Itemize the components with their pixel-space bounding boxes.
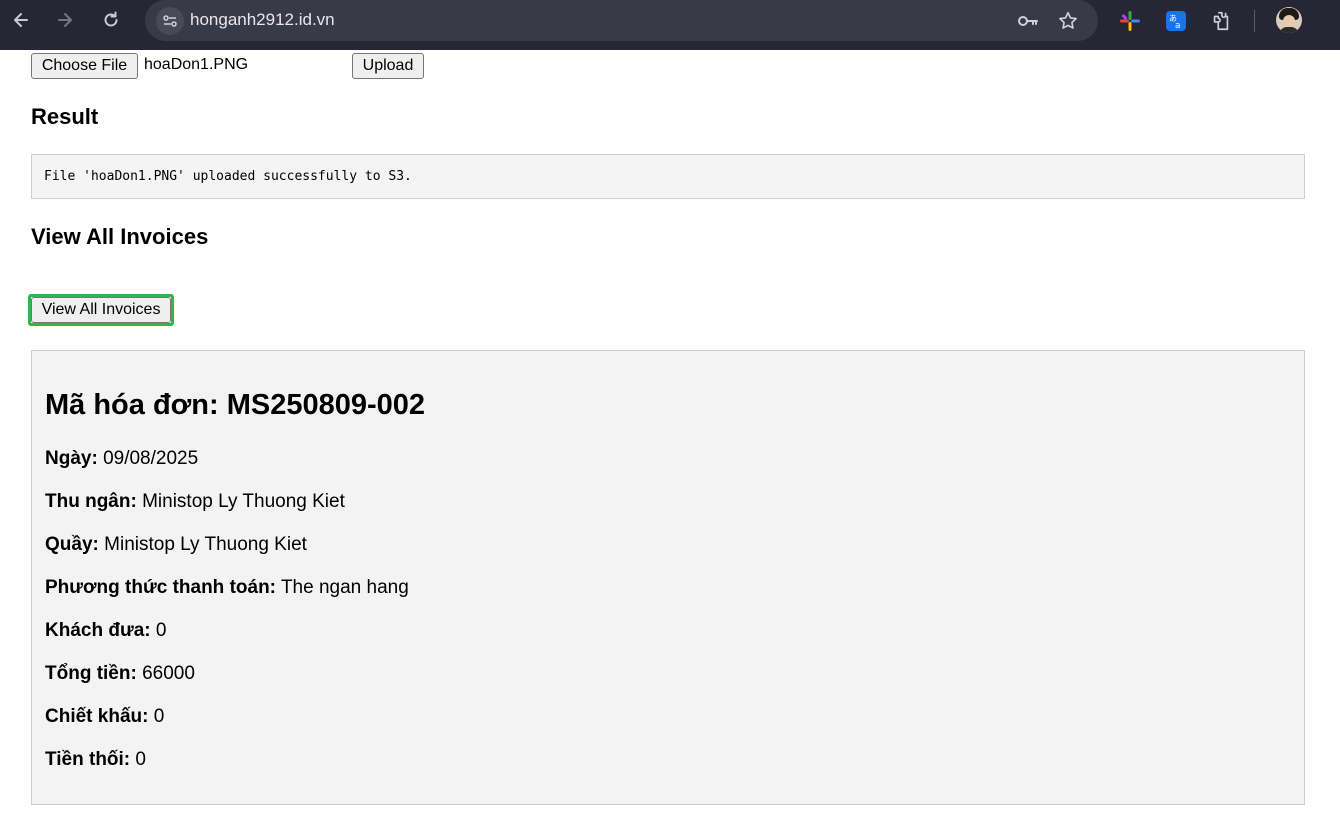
url-text[interactable]: honganh2912.id.vn xyxy=(190,10,335,30)
reload-icon[interactable] xyxy=(98,7,124,33)
view-all-invoices-button[interactable]: View All Invoices xyxy=(31,297,171,323)
back-arrow-icon[interactable] xyxy=(8,7,34,33)
invoices-heading: View All Invoices xyxy=(31,224,209,249)
invoice-field-cashier: Thu ngân: Ministop Ly Thuong Kiet xyxy=(45,491,345,512)
result-message: File 'hoaDon1.PNG' uploaded successfully… xyxy=(44,169,412,184)
profile-avatar[interactable] xyxy=(1276,7,1302,33)
invoice-field-change: Tiền thối: 0 xyxy=(45,749,146,770)
star-icon[interactable] xyxy=(1056,9,1080,33)
key-icon[interactable] xyxy=(1016,9,1040,33)
invoice-card: Mã hóa đơn: MS250809-002 Ngày: 09/08/202… xyxy=(31,350,1305,805)
invoice-field-payment-method: Phương thức thanh toán: The ngan hang xyxy=(45,577,409,598)
choose-file-button[interactable]: Choose File xyxy=(31,53,138,79)
address-bar[interactable]: honganh2912.id.vn xyxy=(145,0,1098,41)
puzzle-extension-icon[interactable] xyxy=(1117,8,1143,34)
result-heading: Result xyxy=(31,104,99,129)
svg-text:a: a xyxy=(1175,21,1181,31)
invoice-field-counter: Quầy: Ministop Ly Thuong Kiet xyxy=(45,534,307,555)
toolbar-divider xyxy=(1254,10,1255,32)
extensions-icon[interactable] xyxy=(1208,8,1234,34)
upload-button[interactable]: Upload xyxy=(352,53,424,79)
translate-icon[interactable]: あa xyxy=(1163,8,1189,34)
browser-toolbar: honganh2912.id.vn あa xyxy=(0,0,1340,50)
selected-file-name: hoaDon1.PNG xyxy=(144,56,249,73)
result-panel: File 'hoaDon1.PNG' uploaded successfully… xyxy=(31,154,1305,199)
site-info-icon[interactable] xyxy=(156,7,184,35)
forward-arrow-icon[interactable] xyxy=(52,7,78,33)
invoice-field-total: Tổng tiền: 66000 xyxy=(45,663,195,684)
invoice-id-title: Mã hóa đơn: MS250809-002 xyxy=(45,389,426,421)
invoice-field-date: Ngày: 09/08/2025 xyxy=(45,448,199,469)
invoice-field-customer-paid: Khách đưa: 0 xyxy=(45,620,167,641)
invoice-field-discount: Chiết khấu: 0 xyxy=(45,706,165,727)
